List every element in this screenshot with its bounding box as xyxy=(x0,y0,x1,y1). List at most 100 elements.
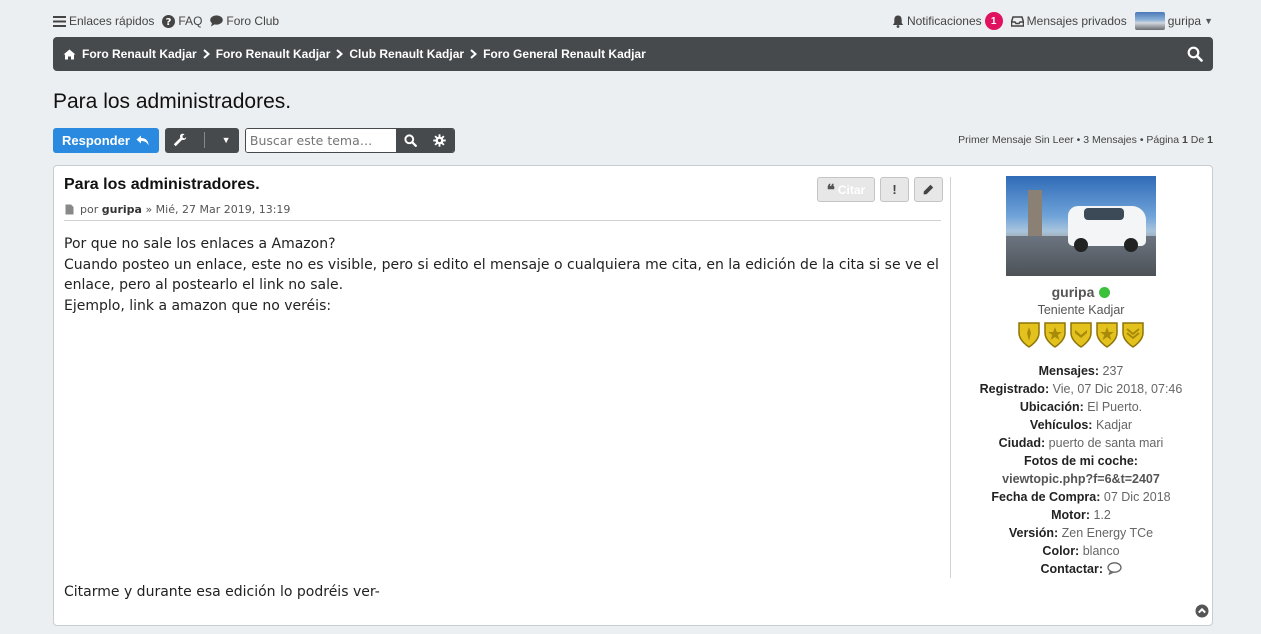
photos-link[interactable]: viewtopic.php?f=6&t=2407 xyxy=(951,470,1211,488)
post-count: 3 Mensajes xyxy=(1083,134,1137,146)
post: Para los administradores. por guripa » M… xyxy=(53,165,1213,626)
gear-icon xyxy=(433,133,446,147)
rank-medals xyxy=(951,321,1211,351)
user-menu[interactable]: guripa ▼ xyxy=(1134,12,1213,30)
profile-field: Versión: Zen Energy TCe xyxy=(1008,526,1154,540)
search-icon xyxy=(404,133,417,147)
user-menu-name: guripa xyxy=(1167,14,1202,28)
breadcrumb-general[interactable]: Foro General Renault Kadjar xyxy=(483,47,646,61)
back-to-top-icon[interactable] xyxy=(1195,604,1209,618)
chevron-right-icon xyxy=(470,47,478,62)
topic-search xyxy=(244,127,455,153)
medal-icon xyxy=(1070,322,1092,348)
profile-field: Ubicación: El Puerto. xyxy=(1019,400,1143,414)
profile-avatar[interactable] xyxy=(1006,176,1156,276)
profile-username-link[interactable]: guripa xyxy=(1052,284,1095,300)
question-icon: ? xyxy=(162,14,176,28)
inbox-icon xyxy=(1010,15,1024,27)
pencil-icon xyxy=(923,184,934,195)
profile-field: Color: blanco xyxy=(1042,544,1120,558)
profile-field-photos: Fotos de mi coche: xyxy=(1024,454,1138,468)
profile-field: Ciudad: puerto de santa mari xyxy=(998,436,1164,450)
post-author[interactable]: guripa xyxy=(102,203,142,216)
post-date: » Mié, 27 Mar 2019, 13:19 xyxy=(145,203,291,216)
profile-contact: Contactar: xyxy=(951,560,1211,578)
quick-links-label: Enlaces rápidos xyxy=(69,14,155,28)
topic-search-input[interactable] xyxy=(245,128,396,152)
hamburger-icon xyxy=(53,15,66,27)
breadcrumb-label: Foro Renault Kadjar xyxy=(82,47,197,61)
breadcrumb-label: Foro General Renault Kadjar xyxy=(483,47,646,61)
quote-label: Citar xyxy=(837,182,866,197)
post-profile: guripa Teniente Kadjar Mensajes: 237 Reg… xyxy=(951,176,1211,578)
advanced-search-button[interactable] xyxy=(424,128,454,152)
quote-icon: ❝ xyxy=(826,180,835,199)
search-icon[interactable] xyxy=(1187,46,1203,62)
post-by-label: por xyxy=(80,203,99,216)
breadcrumb-forum[interactable]: Foro Renault Kadjar xyxy=(216,47,331,61)
page-current: 1 xyxy=(1182,134,1188,146)
breadcrumb: Foro Renault Kadjar Foro Renault Kadjar … xyxy=(53,37,1213,71)
home-icon xyxy=(63,49,76,59)
file-icon xyxy=(65,204,74,215)
online-status-icon xyxy=(1099,286,1111,298)
page-label: Página xyxy=(1146,134,1180,146)
profile-field: Fecha de Compra: 07 Dic 2018 xyxy=(991,490,1171,504)
quote-button[interactable]: ❝ Citar xyxy=(817,177,875,202)
notifications-badge: 1 xyxy=(984,12,1003,30)
breadcrumb-club[interactable]: Club Renault Kadjar xyxy=(349,47,464,61)
svg-text:?: ? xyxy=(166,17,172,28)
profile-field: Mensajes: 237 xyxy=(1038,364,1124,378)
pagination-info: Primer Mensaje Sin Leer • 3 Mensajes • P… xyxy=(958,134,1213,146)
comments-icon xyxy=(210,15,224,27)
topic-tools-button[interactable]: ▼ xyxy=(164,127,239,153)
avatar xyxy=(1134,12,1165,30)
post-buttons: ❝ Citar ! xyxy=(817,177,943,202)
breadcrumb-label: Foro Renault Kadjar xyxy=(215,47,331,61)
post-content: Por que no sale los enlaces a Amazon? Cu… xyxy=(64,234,944,316)
reply-button[interactable]: Responder xyxy=(53,127,159,153)
page-title[interactable]: Para los administradores. xyxy=(53,90,291,114)
profile-username: guripa xyxy=(951,284,1211,300)
profile-rank: Teniente Kadjar xyxy=(1037,303,1125,317)
profile-field: Vehículos: Kadjar xyxy=(1029,418,1133,432)
edit-button[interactable] xyxy=(914,177,943,202)
breadcrumb-label: Club Renault Kadjar xyxy=(349,47,465,61)
medal-icon xyxy=(1096,322,1118,348)
reply-label: Responder xyxy=(62,132,130,148)
chevron-right-icon xyxy=(203,47,210,62)
bell-icon xyxy=(892,15,904,28)
chat-icon[interactable] xyxy=(1106,562,1122,576)
caret-down-icon: ▼ xyxy=(221,135,231,145)
private-messages-link[interactable]: Mensajes privados xyxy=(1010,14,1127,28)
topic-action-bar: Responder ▼ Primer Mensaje Sin Leer • 3 … xyxy=(53,127,1213,153)
quick-links-menu[interactable]: Enlaces rápidos xyxy=(53,14,154,28)
page-total: 1 xyxy=(1207,134,1213,146)
club-label: Foro Club xyxy=(226,14,280,28)
post-divider xyxy=(64,220,941,221)
club-link[interactable]: Foro Club xyxy=(210,14,279,28)
top-bar: Enlaces rápidos ? FAQ Foro Club Notifica… xyxy=(53,10,1213,32)
post-meta: por guripa » Mié, 27 Mar 2019, 13:19 xyxy=(65,203,290,216)
faq-label: FAQ xyxy=(178,14,203,28)
of-label: De xyxy=(1190,134,1205,146)
notifications-button[interactable]: Notificaciones 1 xyxy=(892,12,1003,30)
post-title[interactable]: Para los administradores. xyxy=(64,176,260,194)
search-button[interactable] xyxy=(395,128,425,152)
medal-icon xyxy=(1044,322,1066,348)
notifications-label: Notificaciones xyxy=(906,14,982,28)
post-line: Cuando posteo un enlace, este no es visi… xyxy=(64,256,939,294)
chevron-right-icon xyxy=(336,47,344,62)
profile-field: Registrado: Vie, 07 Dic 2018, 07:46 xyxy=(979,382,1183,396)
faq-link[interactable]: ? FAQ xyxy=(162,14,202,28)
profile-fields: Mensajes: 237 Registrado: Vie, 07 Dic 20… xyxy=(951,362,1211,578)
post-line: Por que no sale los enlaces a Amazon? xyxy=(64,236,336,252)
first-unread-link[interactable]: Primer Mensaje Sin Leer xyxy=(958,134,1074,146)
report-button[interactable]: ! xyxy=(880,177,909,202)
caret-down-icon: ▼ xyxy=(1204,16,1213,26)
breadcrumb-home[interactable]: Foro Renault Kadjar xyxy=(63,47,197,61)
medal-icon xyxy=(1122,322,1144,348)
profile-field: Motor: 1.2 xyxy=(1051,508,1111,522)
exclamation-icon: ! xyxy=(892,182,897,197)
post-footer-text: Citarme y durante esa edición lo podréis… xyxy=(64,584,380,600)
